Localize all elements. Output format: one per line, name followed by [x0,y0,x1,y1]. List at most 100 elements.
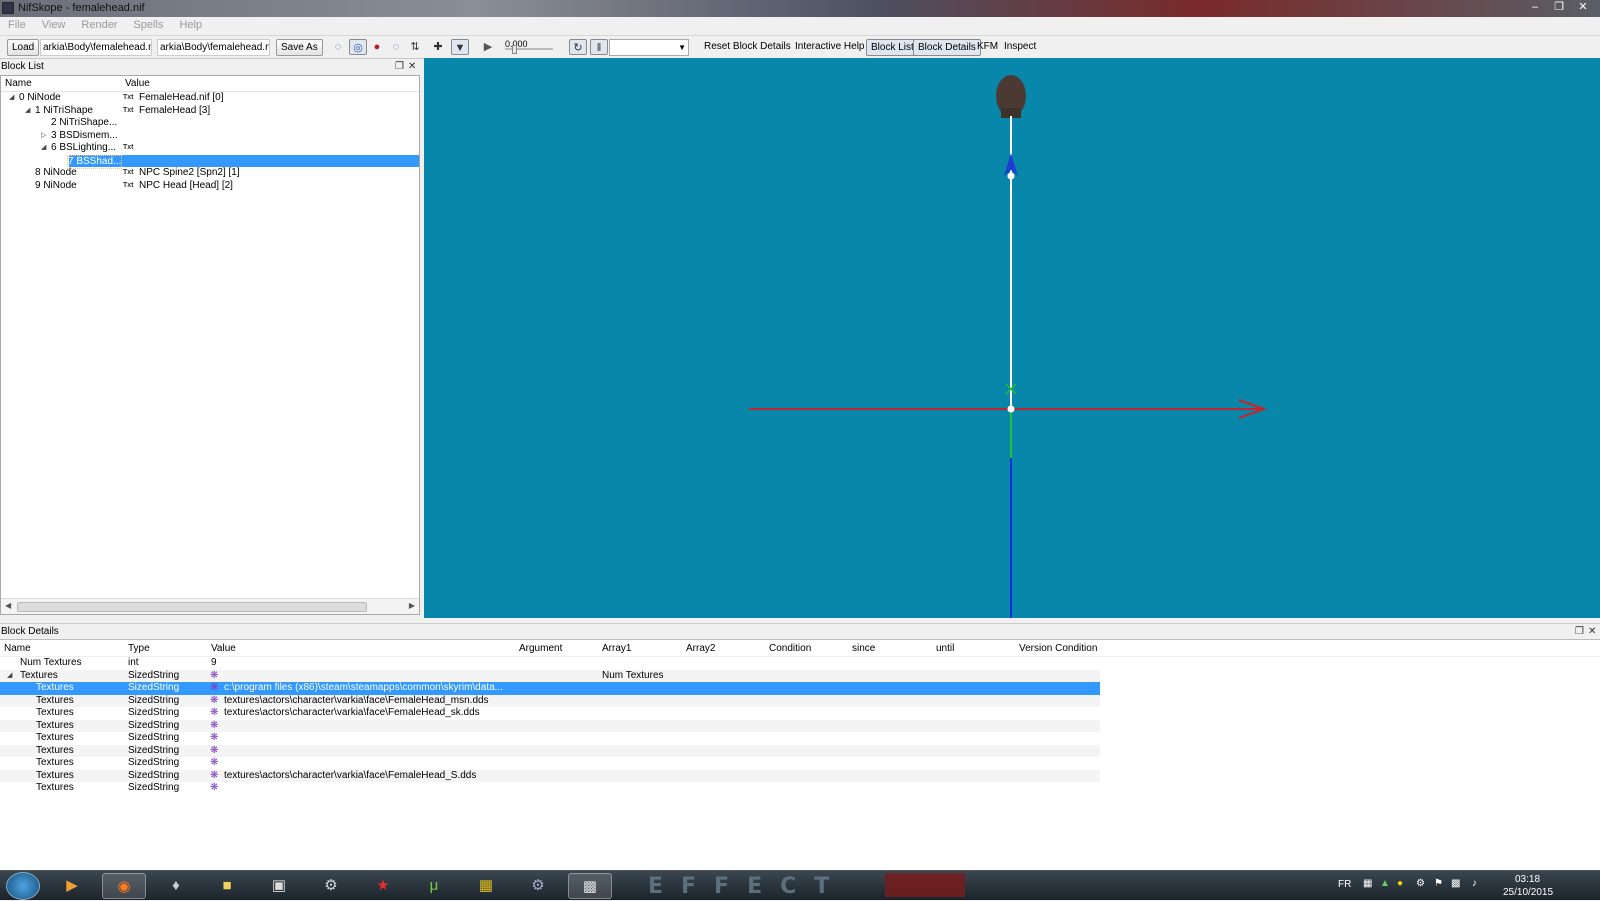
dropdown-arrow-icon[interactable]: ▼ [451,39,469,55]
load-path-field[interactable]: arkia\Body\femalehead.nif [40,39,152,56]
details-row[interactable]: Textures SizedString ❋ [0,744,1100,757]
float-panel-icon[interactable]: ❐ [395,59,404,74]
reset-block-details-button[interactable]: Reset Block Details [704,39,791,56]
collapse-arrow-icon[interactable]: ◢ [41,142,46,155]
save-as-button[interactable]: Save As [276,39,323,56]
minimize-button[interactable]: – [1524,0,1546,15]
bone-node[interactable] [1007,172,1015,180]
block-row[interactable]: ◢ 0 NiNode Txt FemaleHead.nif [0] [1,92,419,105]
render-viewport[interactable] [424,58,1600,618]
steam-icon[interactable]: ⚙ [309,873,353,899]
view-user-icon[interactable]: ◌ [388,39,404,55]
scrollbar-thumb[interactable] [17,602,367,612]
horizontal-scrollbar[interactable]: ◀ ▶ [1,598,419,614]
field-value[interactable]: 9 [211,657,217,670]
details-row[interactable]: Num Textures int 9 [0,657,1600,670]
field-value[interactable]: textures\actors\character\varkia\face\Fe… [224,770,476,783]
block-row[interactable]: 9 NiNode Txt NPC Head [Head] [2] [1,180,419,193]
inspect-button[interactable]: Inspect [1004,39,1036,56]
close-button[interactable]: ✕ [1572,0,1594,15]
block-row[interactable]: ◢ 1 NiTriShape Txt FemaleHead [3] [1,105,419,118]
block-row[interactable]: ▷ 3 BSDismem... [1,130,419,143]
network-icon[interactable]: ▩ [1451,878,1460,889]
axes-toggle-icon[interactable]: ✚ [430,39,446,55]
settings-app-icon[interactable]: ⚙ [516,873,560,899]
details-row[interactable]: Textures SizedString ❋ [0,782,1600,795]
red-app-icon[interactable]: ★ [361,873,405,899]
load-button[interactable]: Load [7,39,40,56]
column-value[interactable]: Value [125,76,150,92]
close-panel-icon[interactable]: ✕ [408,59,416,74]
details-row[interactable]: Textures SizedString ❋ [0,757,1600,770]
column-name[interactable]: Name [5,76,32,92]
close-details-icon[interactable]: ✕ [1588,624,1596,639]
menu-render[interactable]: Render [73,17,125,31]
block-row[interactable]: 2 NiTriShape... [1,117,419,130]
details-row[interactable]: Textures SizedString ❋ textures\actors\char… [0,694,1100,708]
animation-select[interactable]: ▼ [609,39,689,56]
time-slider-handle[interactable] [512,45,517,54]
monitor-app-icon[interactable]: ▦ [464,873,508,899]
menu-help[interactable]: Help [171,17,210,31]
details-row[interactable]: ◢ Textures SizedString ❋ Num Textures [0,669,1100,683]
block-row[interactable]: ◢ 6 BSLighting... Txt [1,142,419,155]
collapse-arrow-icon[interactable]: ◢ [7,670,12,683]
view-front-icon[interactable]: ◌ [330,39,346,55]
save-path-field[interactable]: arkia\Body\femalehead.nif [157,39,270,56]
col-type[interactable]: Type [128,640,150,657]
menu-spells[interactable]: Spells [125,17,171,31]
volume-icon[interactable]: ♪ [1472,878,1477,889]
block-row[interactable]: 7 BSShad... [1,154,419,169]
kfm-button[interactable]: KFM [977,39,998,56]
collapse-arrow-icon[interactable]: ◢ [25,105,30,118]
col-argument[interactable]: Argument [519,640,562,657]
camera-app-icon[interactable]: ▣ [257,873,301,899]
tray-yellow-icon[interactable]: ● [1397,878,1403,889]
block-details-toggle[interactable]: Block Details [913,39,981,56]
play-icon[interactable]: ▶ [480,39,496,55]
expand-arrow-icon[interactable]: ▷ [41,130,46,143]
col-array1[interactable]: Array1 [602,640,631,657]
tray-app-icon[interactable]: ▲ [1380,878,1390,889]
nifskope-taskbar-icon[interactable]: ▩ [568,873,612,899]
game-app-icon[interactable]: ♦ [154,873,198,899]
col-array2[interactable]: Array2 [686,640,715,657]
block-row[interactable]: 8 NiNode Txt NPC Spine2 [Spn2] [1] [1,167,419,180]
clock-date[interactable]: 25/10/2015 [1503,887,1553,898]
utorrent-icon[interactable]: μ [412,873,456,899]
col-version-condition[interactable]: Version Condition [1019,640,1097,657]
firefox-icon[interactable]: ◉ [102,873,146,899]
maximize-button[interactable]: ❐ [1548,0,1570,15]
collapse-arrow-icon[interactable]: ◢ [9,92,14,105]
field-value[interactable]: textures\actors\character\varkia\face\Fe… [224,707,480,720]
col-until[interactable]: until [936,640,954,657]
menu-view[interactable]: View [34,17,74,31]
field-value[interactable]: c:\program files (x86)\steam\steamapps\c… [224,682,503,695]
view-top-icon[interactable]: ● [369,39,385,55]
loop-icon[interactable]: ↻ [569,39,587,55]
windows-flag-icon[interactable]: ▦ [1363,878,1372,889]
float-details-icon[interactable]: ❐ [1575,624,1584,639]
details-row[interactable]: Textures SizedString ❋ c:\program files (x8… [0,682,1100,695]
scroll-right-icon[interactable]: ▶ [409,601,415,610]
file-explorer-icon[interactable]: ■ [205,873,249,899]
scroll-left-icon[interactable]: ◀ [5,601,11,610]
col-since[interactable]: since [852,640,875,657]
details-row[interactable]: Textures SizedString ❋ textures\actors\char… [0,769,1100,783]
view-side-icon[interactable]: ◎ [349,39,367,55]
details-row[interactable]: Textures SizedString ❋ textures\actors\char… [0,707,1600,720]
tray-steam-icon[interactable]: ⚙ [1416,878,1425,889]
origin-node[interactable] [1007,405,1015,413]
walk-mode-icon[interactable]: ⇅ [407,39,423,55]
interactive-help-button[interactable]: Interactive Help [795,39,864,56]
media-player-icon[interactable]: ▶ [50,873,94,899]
switch-icon[interactable]: ‖ [590,39,608,55]
menu-file[interactable]: File [0,17,34,31]
details-row[interactable]: Textures SizedString ❋ [0,719,1100,732]
start-button[interactable] [6,872,40,900]
action-center-icon[interactable]: ⚑ [1434,878,1443,889]
col-value[interactable]: Value [211,640,236,657]
field-value[interactable]: textures\actors\character\varkia\face\Fe… [224,695,489,708]
col-condition[interactable]: Condition [769,640,811,657]
language-indicator[interactable]: FR [1338,879,1351,890]
